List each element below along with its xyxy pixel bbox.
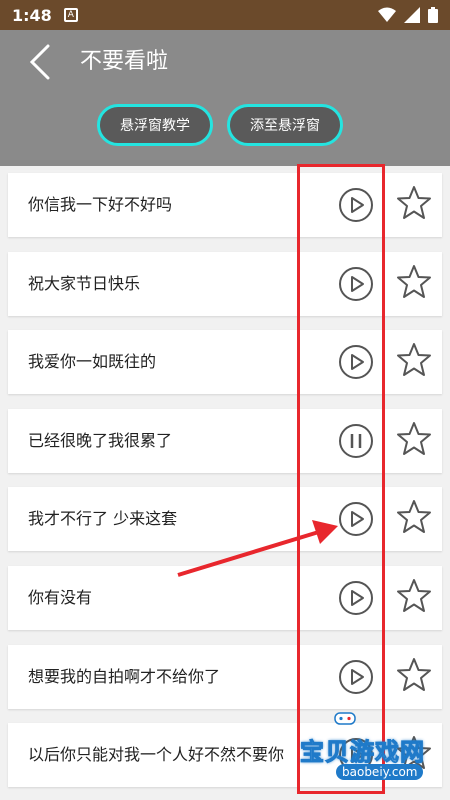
battery-icon [428, 7, 438, 23]
play-icon[interactable] [338, 737, 374, 773]
play-icon[interactable] [338, 266, 374, 302]
back-arrow-icon[interactable] [26, 44, 56, 80]
item-label: 我才不行了 少来这套 [28, 509, 178, 528]
app-header: 不要看啦 悬浮窗教学 添至悬浮窗 [0, 30, 450, 166]
star-icon[interactable] [396, 421, 432, 457]
list-item[interactable]: 我才不行了 少来这套 [8, 487, 442, 551]
list-item[interactable]: 已经很晚了我很累了 [8, 409, 442, 473]
star-icon[interactable] [396, 657, 432, 693]
signal-icon [404, 7, 420, 23]
pause-icon[interactable] [338, 423, 374, 459]
list-item[interactable]: 我爱你一如既往的 [8, 330, 442, 394]
star-icon[interactable] [396, 578, 432, 614]
add-to-float-window-button[interactable]: 添至悬浮窗 [227, 104, 343, 146]
item-label: 祝大家节日快乐 [28, 274, 141, 293]
play-icon[interactable] [338, 580, 374, 616]
item-label: 想要我的自拍啊才不给你了 [28, 667, 221, 686]
play-icon[interactable] [338, 344, 374, 380]
item-label: 你信我一下好不好吗 [28, 195, 173, 214]
star-icon[interactable] [396, 499, 432, 535]
star-icon[interactable] [396, 185, 432, 221]
page-title: 不要看啦 [80, 49, 169, 74]
item-label: 你有没有 [28, 588, 93, 607]
star-icon[interactable] [396, 342, 432, 378]
item-label: 已经很晚了我很累了 [28, 431, 173, 450]
play-icon[interactable] [338, 501, 374, 537]
item-label: 以后你只能对我一个人好不然不要你 [28, 745, 285, 764]
list-item[interactable]: 以后你只能对我一个人好不然不要你 [8, 723, 442, 787]
list-item[interactable]: 你信我一下好不好吗 [8, 173, 442, 237]
play-icon[interactable] [338, 187, 374, 223]
float-window-tutorial-button[interactable]: 悬浮窗教学 [97, 104, 213, 146]
list-item[interactable]: 祝大家节日快乐 [8, 252, 442, 316]
notification-icon: A [63, 8, 78, 22]
play-icon[interactable] [338, 659, 374, 695]
status-time: 1:48 [12, 5, 52, 25]
star-icon[interactable] [396, 735, 432, 771]
item-label: 我爱你一如既往的 [28, 352, 157, 371]
list-item[interactable]: 想要我的自拍啊才不给你了 [8, 645, 442, 709]
wifi-icon [378, 7, 396, 22]
star-icon[interactable] [396, 264, 432, 300]
list-item[interactable]: 你有没有 [8, 566, 442, 630]
status-bar: 1:48 A [0, 0, 450, 30]
